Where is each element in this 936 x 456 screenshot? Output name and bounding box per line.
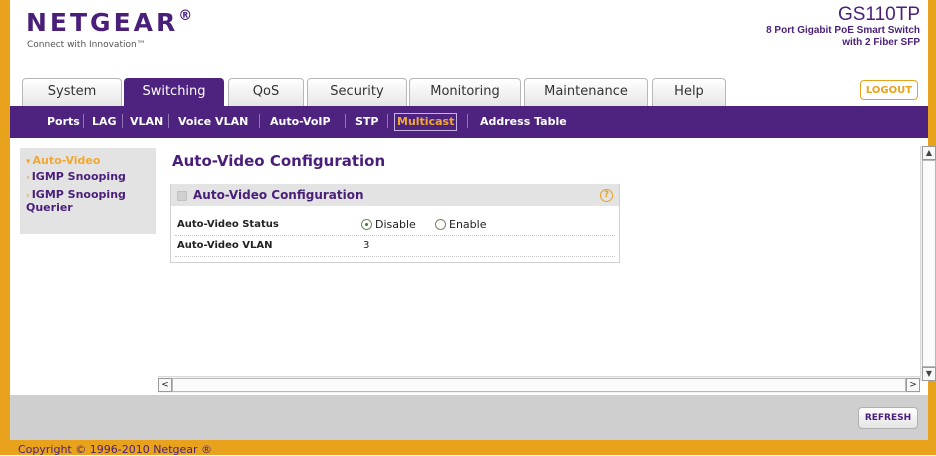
subnav-separator <box>345 114 346 128</box>
subnav-address-table[interactable]: Address Table <box>480 115 567 128</box>
vlan-value: 3 <box>363 240 370 251</box>
subnav-separator <box>83 114 84 128</box>
vertical-scrollbar[interactable]: ▲ ▼ <box>920 146 936 381</box>
scroll-right-icon[interactable]: > <box>906 378 920 392</box>
tab-security[interactable]: Security <box>307 78 407 106</box>
row-divider <box>175 256 615 257</box>
leftnav-auto-video[interactable]: ▾ Auto-Video <box>26 154 100 167</box>
tab-help[interactable]: Help <box>652 78 726 106</box>
collapse-handle-icon[interactable] <box>177 191 187 201</box>
subnav-multicast[interactable]: Multicast <box>394 113 458 131</box>
subnav-ports[interactable]: Ports <box>47 115 80 128</box>
header: NETGEAR® Connect with Innovation™ GS110T… <box>10 0 928 72</box>
tab-maintenance[interactable]: Maintenance <box>524 78 648 106</box>
footer: Copyright © 1996-2010 Netgear ® <box>10 440 928 456</box>
action-bar: REFRESH <box>10 395 928 440</box>
chevron-down-icon: ▾ <box>26 157 31 167</box>
subnav-separator <box>168 114 169 128</box>
panel-header: Auto-Video Configuration ? <box>171 184 619 206</box>
tab-system[interactable]: System <box>22 78 122 106</box>
horizontal-scrollbar[interactable]: < > <box>158 376 920 393</box>
radio-enable[interactable]: Enable <box>435 218 486 231</box>
tab-monitoring[interactable]: Monitoring <box>409 78 521 106</box>
subnav-voice-vlan[interactable]: Voice VLAN <box>178 115 248 128</box>
tagline: Connect with Innovation™ <box>27 40 146 50</box>
subnav-stp[interactable]: STP <box>355 115 379 128</box>
page-title: Auto-Video Configuration <box>172 152 386 170</box>
netgear-web-ui: NETGEAR® Connect with Innovation™ GS110T… <box>0 0 936 456</box>
subnav-separator <box>467 114 468 128</box>
row-divider <box>175 235 615 236</box>
subnav-separator <box>122 114 123 128</box>
subnav-vlan[interactable]: VLAN <box>130 115 163 128</box>
left-accent-bar <box>0 0 10 455</box>
chevron-right-icon: › <box>26 191 30 201</box>
status-label: Auto-Video Status <box>177 219 279 230</box>
subnav-lag[interactable]: LAG <box>92 115 117 128</box>
scroll-left-icon[interactable]: < <box>158 378 172 392</box>
content-area: ▾ Auto-Video › IGMP Snooping › IGMP Snoopin… <box>10 138 936 395</box>
chevron-right-icon: › <box>26 173 30 183</box>
leftnav-igmp-snooping-querier[interactable]: › IGMP Snooping Querier <box>26 188 126 214</box>
model-name: GS110TP <box>837 4 920 25</box>
left-navigation: ▾ Auto-Video › IGMP Snooping › IGMP Snoopin… <box>20 148 156 234</box>
main-tab-bar: System Switching QoS Security Monitoring… <box>10 72 928 106</box>
radio-disable[interactable]: Disable <box>361 218 416 231</box>
refresh-button[interactable]: REFRESH <box>858 407 918 429</box>
sub-navigation: Ports LAG VLAN Voice VLAN Auto-VoIP STP … <box>10 106 928 138</box>
radio-selected-icon[interactable] <box>361 219 372 230</box>
tab-qos[interactable]: QoS <box>228 78 304 106</box>
horizontal-scroll-thumb[interactable] <box>172 378 906 392</box>
radio-unselected-icon[interactable] <box>435 219 446 230</box>
subnav-separator <box>387 114 388 128</box>
scroll-up-icon[interactable]: ▲ <box>922 146 936 160</box>
netgear-logo: NETGEAR® <box>26 8 196 37</box>
leftnav-igmp-snooping[interactable]: › IGMP Snooping <box>26 170 126 183</box>
vertical-scroll-thumb[interactable] <box>922 160 936 367</box>
tab-switching[interactable]: Switching <box>124 78 224 106</box>
model-description: 8 Port Gigabit PoE Smart Switch with 2 F… <box>766 25 920 48</box>
config-panel: Auto-Video Configuration ? Auto-Video St… <box>170 184 620 263</box>
copyright-text: Copyright © 1996-2010 Netgear ® <box>18 443 213 456</box>
panel-title: Auto-Video Configuration <box>193 188 364 202</box>
vlan-label: Auto-Video VLAN <box>177 240 273 251</box>
subnav-auto-voip[interactable]: Auto-VoIP <box>270 115 331 128</box>
logout-button[interactable]: LOGOUT <box>860 80 918 100</box>
scroll-down-icon[interactable]: ▼ <box>922 367 936 381</box>
help-icon[interactable]: ? <box>600 189 613 202</box>
subnav-separator <box>259 114 260 128</box>
